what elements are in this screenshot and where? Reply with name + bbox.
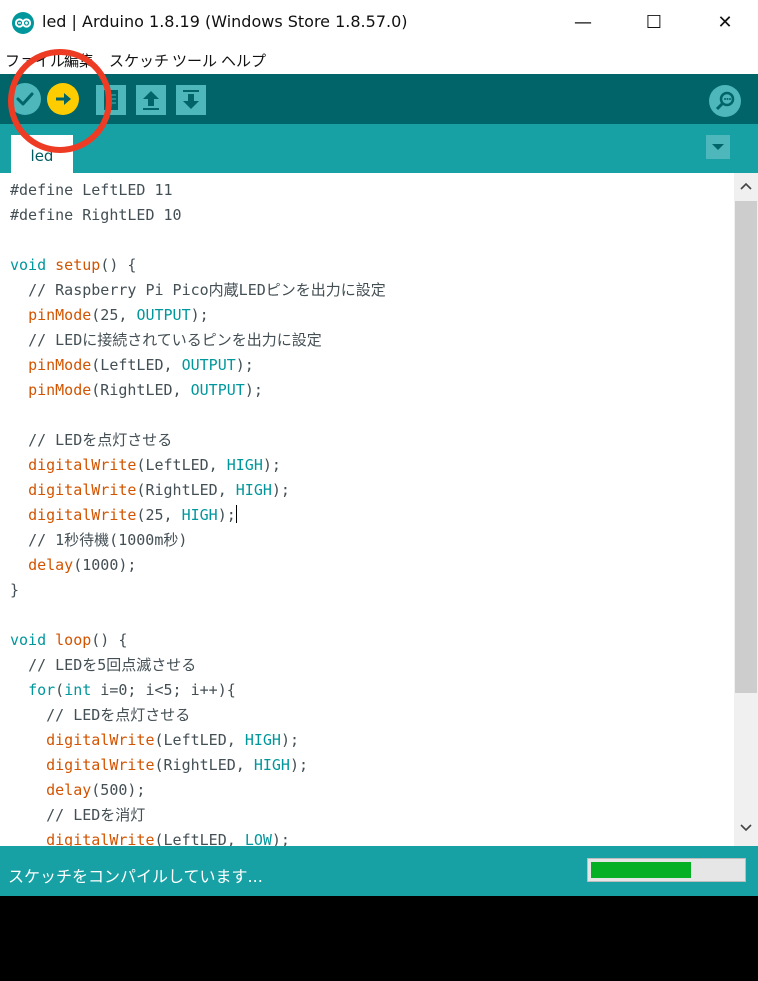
arrow-down-icon xyxy=(183,90,199,109)
code-line: digitalWrite(RightLED, HIGH); xyxy=(46,756,309,774)
code-line: digitalWrite(LeftLED, LOW); xyxy=(46,831,290,846)
code-editor[interactable]: #define LeftLED 11 #define RightLED 10 voi… xyxy=(0,173,734,846)
upload-button[interactable] xyxy=(47,83,79,115)
code-line: // Raspberry Pi Pico内蔵LEDピンを出力に設定 xyxy=(28,281,386,299)
code-text: #define LeftLED 11 #define RightLED 10 voi… xyxy=(10,178,386,846)
new-button[interactable] xyxy=(96,85,126,115)
save-button[interactable] xyxy=(176,85,206,115)
code-line: void setup() { xyxy=(10,256,137,274)
code-line: digitalWrite(LeftLED, HIGH); xyxy=(46,731,299,749)
verify-button[interactable] xyxy=(9,83,41,115)
code-line: digitalWrite(LeftLED, HIGH); xyxy=(28,456,281,474)
title-bar: led | Arduino 1.8.19 (Windows Store 1.8.… xyxy=(0,0,758,47)
magnifier-icon xyxy=(715,91,735,111)
scroll-thumb[interactable] xyxy=(735,201,757,693)
status-message: スケッチをコンパイルしています... xyxy=(8,867,263,886)
code-line: #define LeftLED 11 xyxy=(10,181,173,199)
code-line: pinMode(LeftLED, OUTPUT); xyxy=(28,356,254,374)
arrow-up-icon xyxy=(143,91,159,110)
code-line: delay(1000); xyxy=(28,556,137,574)
code-line: delay(500); xyxy=(46,781,146,799)
maximize-button[interactable]: ☐ xyxy=(631,0,677,46)
tab-led[interactable]: led xyxy=(11,135,73,173)
scroll-up-icon[interactable] xyxy=(734,175,758,199)
vertical-scrollbar[interactable] xyxy=(734,173,758,846)
open-button[interactable] xyxy=(136,85,166,115)
new-file-icon xyxy=(104,90,118,110)
progress-fill xyxy=(591,862,691,878)
tab-menu-button[interactable] xyxy=(706,135,730,159)
code-line: // 1秒待機(1000m秒) xyxy=(28,531,188,549)
arduino-logo-icon xyxy=(12,12,34,34)
code-line: digitalWrite(25, HIGH); xyxy=(28,505,237,524)
scroll-down-icon[interactable] xyxy=(734,815,758,839)
triangle-down-icon xyxy=(712,144,724,150)
window-title: led | Arduino 1.8.19 (Windows Store 1.8.… xyxy=(42,12,408,31)
close-button[interactable]: ✕ xyxy=(702,0,748,46)
arduino-ide-window: led | Arduino 1.8.19 (Windows Store 1.8.… xyxy=(0,0,758,981)
code-line: // LEDを消灯 xyxy=(46,806,146,824)
code-line: // LEDを5回点滅させる xyxy=(28,656,197,674)
code-line: pinMode(RightLED, OUTPUT); xyxy=(28,381,263,399)
check-icon xyxy=(16,92,34,106)
code-line: pinMode(25, OUTPUT); xyxy=(28,306,209,324)
code-line: // LEDを点灯させる xyxy=(46,706,191,724)
menu-edit[interactable]: 編集 xyxy=(64,50,94,71)
menu-help[interactable]: ヘルプ xyxy=(221,50,266,71)
arrow-right-icon xyxy=(56,93,71,105)
code-line: for(int i=0; i<5; i++){ xyxy=(28,681,236,699)
code-line: } xyxy=(10,581,20,599)
progress-bar xyxy=(587,858,746,882)
menu-sketch[interactable]: スケッチ xyxy=(109,50,169,71)
toolbar xyxy=(0,74,758,124)
code-line: // LEDに接続されているピンを出力に設定 xyxy=(28,331,322,349)
text-caret xyxy=(235,505,237,523)
code-line: #define RightLED 10 xyxy=(10,206,182,224)
serial-monitor-button[interactable] xyxy=(709,85,741,117)
code-line: digitalWrite(RightLED, HIGH); xyxy=(28,481,290,499)
code-line: void loop() { xyxy=(10,631,128,649)
menu-tools[interactable]: ツール xyxy=(172,50,217,71)
menu-bar: ファイル 編集 スケッチ ツール ヘルプ xyxy=(0,46,758,74)
menu-file[interactable]: ファイル xyxy=(5,50,65,71)
code-line: // LEDを点灯させる xyxy=(28,431,173,449)
tab-bar: led xyxy=(0,124,758,173)
minimize-button[interactable]: — xyxy=(560,0,606,46)
console-output xyxy=(0,896,758,981)
